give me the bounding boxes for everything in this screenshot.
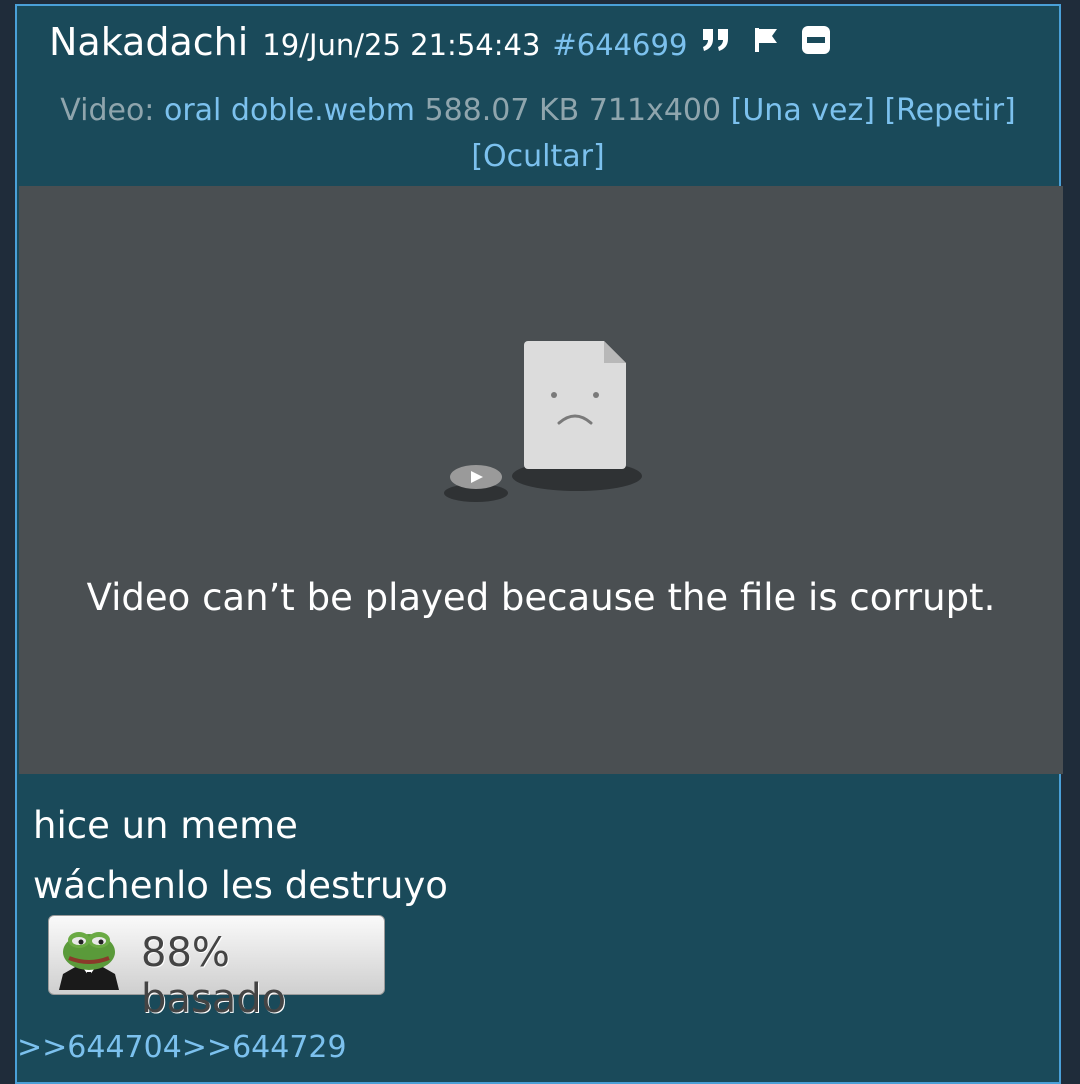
file-name-link[interactable]: oral doble.webm bbox=[164, 93, 415, 128]
post-container: Nakadachi 19/Jun/25 21:54:43 #644699 Vid… bbox=[15, 4, 1063, 1084]
post-body-line: hice un meme bbox=[33, 804, 298, 847]
quote-icon[interactable] bbox=[701, 27, 731, 57]
video-error-message: Video can’t be played because the file i… bbox=[86, 576, 996, 619]
pepe-icon bbox=[59, 932, 119, 990]
hide-video-button[interactable]: [Ocultar] bbox=[471, 139, 604, 174]
post-body: hice un meme wáchenlo les destruyo bbox=[33, 796, 448, 916]
flag-icon[interactable] bbox=[753, 26, 781, 58]
reply-link[interactable]: >>644704 bbox=[17, 1030, 182, 1065]
post-date: 19/Jun/25 21:54:43 bbox=[262, 28, 541, 62]
post-header: Nakadachi 19/Jun/25 21:54:43 #644699 bbox=[49, 20, 831, 64]
basado-badge: 88% basado bbox=[48, 915, 385, 1022]
repeat-button[interactable]: [Repetir] bbox=[884, 93, 1015, 128]
play-once-button[interactable]: [Una vez] bbox=[731, 93, 875, 128]
poster-name: Nakadachi bbox=[49, 20, 249, 64]
file-info: Video: oral doble.webm 588.07 KB 711x400… bbox=[17, 88, 1059, 180]
post-number-link[interactable]: #644699 bbox=[552, 28, 687, 62]
file-size: 588.07 KB bbox=[424, 93, 580, 128]
file-dimensions: 711x400 bbox=[588, 93, 722, 128]
hide-icon[interactable] bbox=[801, 25, 831, 59]
post-body-line: wáchenlo les destruyo bbox=[33, 864, 448, 907]
file-label: Video: bbox=[60, 93, 155, 128]
reply-link[interactable]: >>644729 bbox=[182, 1030, 347, 1065]
corrupt-file-icon bbox=[444, 341, 642, 502]
badge-text: 88% basado bbox=[141, 930, 287, 1022]
video-player[interactable]: Video can’t be played because the file i… bbox=[19, 186, 1063, 774]
replies-list: >>644704>>644729 bbox=[17, 1030, 347, 1065]
